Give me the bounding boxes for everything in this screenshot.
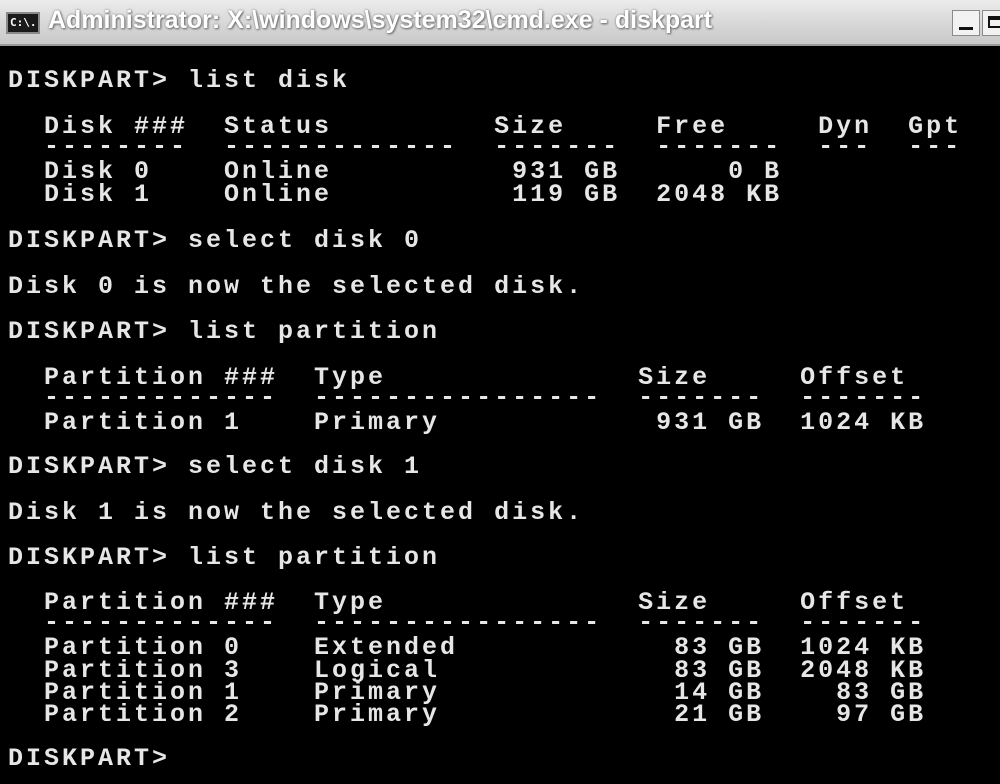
prompt-line: DISKPART> list partition	[8, 543, 441, 572]
table-separator: ------------- ---------------- ------- -…	[8, 608, 927, 637]
table-separator: ------------- ---------------- ------- -…	[8, 383, 927, 412]
title-bar[interactable]: C:\. Administrator: X:\windows\system32\…	[0, 0, 1000, 46]
maximize-button[interactable]	[982, 10, 1000, 36]
prompt-line: DISKPART> select disk 1	[8, 452, 423, 481]
window-title: Administrator: X:\windows\system32\cmd.e…	[48, 6, 713, 34]
output-line: Disk 1 is now the selected disk.	[8, 498, 585, 527]
minimize-button[interactable]	[952, 10, 980, 36]
cmd-window: C:\. Administrator: X:\windows\system32\…	[0, 0, 1000, 784]
cmd-app-icon[interactable]: C:\.	[6, 12, 40, 34]
table-row: Partition 1 Primary 931 GB 1024 KB	[8, 408, 927, 437]
table-separator: -------- ------------- ------- ------- -…	[8, 132, 963, 161]
table-row: Partition 2 Primary 21 GB 97 GB	[8, 700, 927, 729]
prompt-line: DISKPART> list disk	[8, 66, 351, 95]
prompt-line: DISKPART> list partition	[8, 317, 441, 346]
prompt-line: DISKPART> select disk 0	[8, 226, 423, 255]
prompt-line: DISKPART>	[8, 744, 171, 773]
table-row: Disk 1 Online 119 GB 2048 KB	[8, 180, 783, 209]
console-output[interactable]: DISKPART> list disk Disk ### Status Size…	[0, 46, 1000, 784]
output-line: Disk 0 is now the selected disk.	[8, 272, 585, 301]
